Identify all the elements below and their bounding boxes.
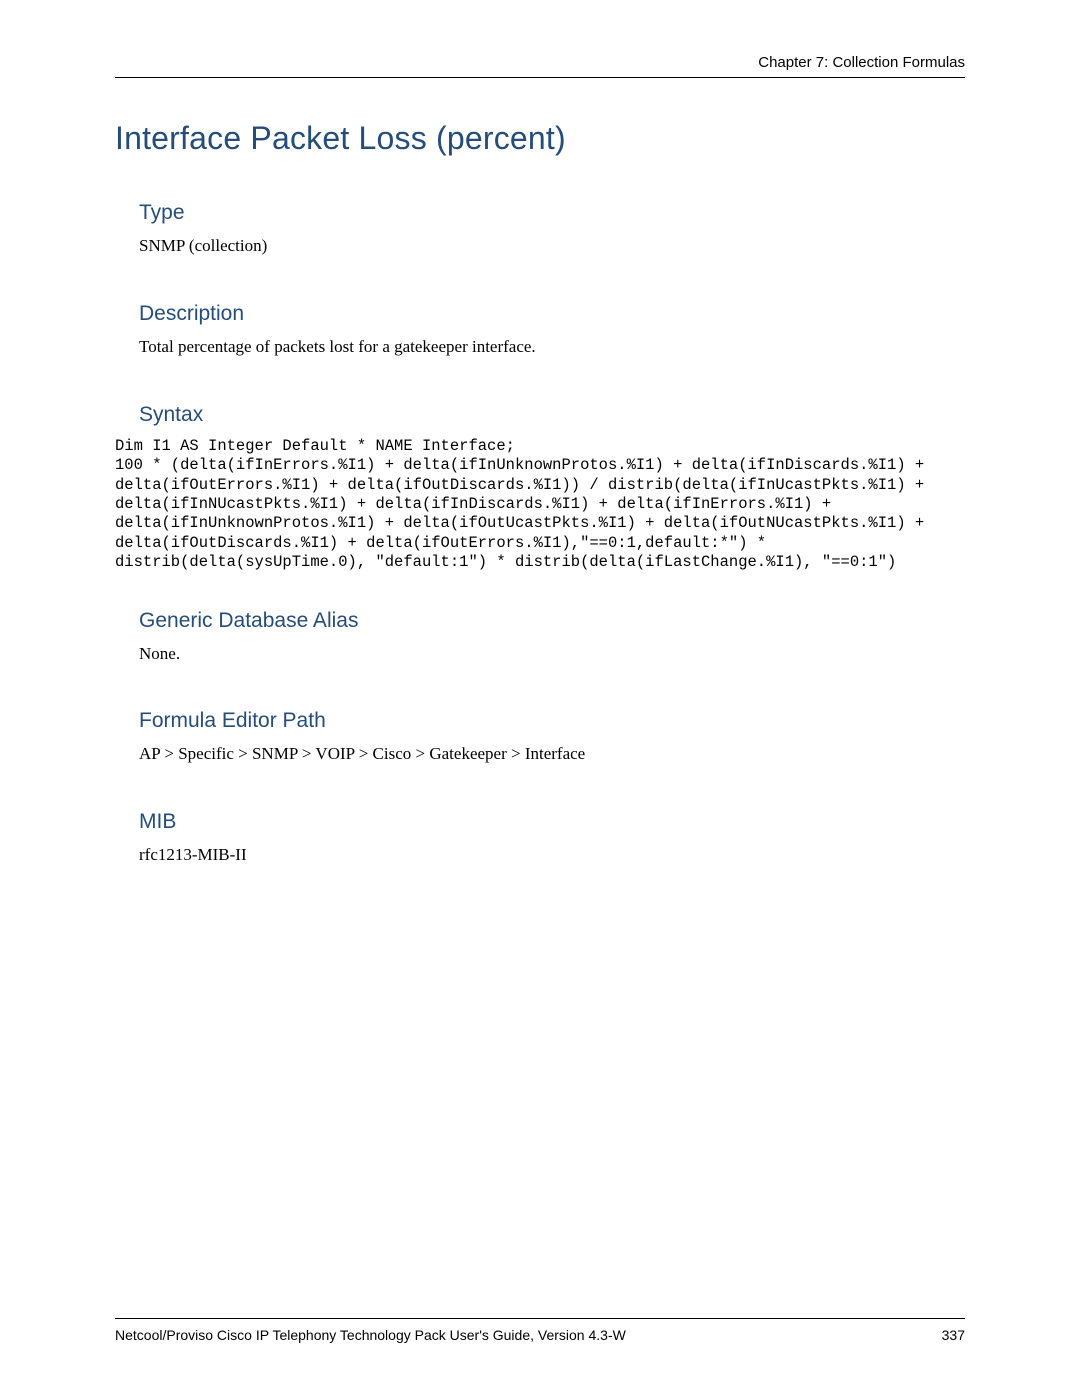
- section-mib: MIB rfc1213-MIB-II: [115, 810, 965, 867]
- body-description: Total percentage of packets lost for a g…: [139, 336, 965, 359]
- heading-description: Description: [139, 302, 965, 326]
- page-title: Interface Packet Loss (percent): [115, 120, 965, 157]
- section-description: Description Total percentage of packets …: [115, 302, 965, 359]
- body-type: SNMP (collection): [139, 235, 965, 258]
- heading-mib: MIB: [139, 810, 965, 834]
- footer-page-number: 337: [942, 1327, 965, 1343]
- section-path: Formula Editor Path AP > Specific > SNMP…: [115, 709, 965, 766]
- section-syntax: Syntax Dim I1 AS Integer Default * NAME …: [115, 403, 965, 573]
- page-footer: Netcool/Proviso Cisco IP Telephony Techn…: [115, 1312, 965, 1343]
- heading-alias: Generic Database Alias: [139, 609, 965, 633]
- section-type: Type SNMP (collection): [115, 201, 965, 258]
- footer-rule: [115, 1318, 965, 1319]
- body-alias: None.: [139, 643, 965, 666]
- heading-type: Type: [139, 201, 965, 225]
- header-rule: [115, 77, 965, 78]
- header-chapter: Chapter 7: Collection Formulas: [115, 50, 965, 71]
- section-alias: Generic Database Alias None.: [115, 609, 965, 666]
- body-path: AP > Specific > SNMP > VOIP > Cisco > Ga…: [139, 743, 965, 766]
- page-container: Chapter 7: Collection Formulas Interface…: [0, 0, 1080, 1397]
- heading-path: Formula Editor Path: [139, 709, 965, 733]
- body-mib: rfc1213-MIB-II: [139, 844, 965, 867]
- footer-row: Netcool/Proviso Cisco IP Telephony Techn…: [115, 1327, 965, 1343]
- footer-guide: Netcool/Proviso Cisco IP Telephony Techn…: [115, 1327, 626, 1343]
- heading-syntax: Syntax: [139, 403, 965, 427]
- code-syntax: Dim I1 AS Integer Default * NAME Interfa…: [115, 437, 965, 573]
